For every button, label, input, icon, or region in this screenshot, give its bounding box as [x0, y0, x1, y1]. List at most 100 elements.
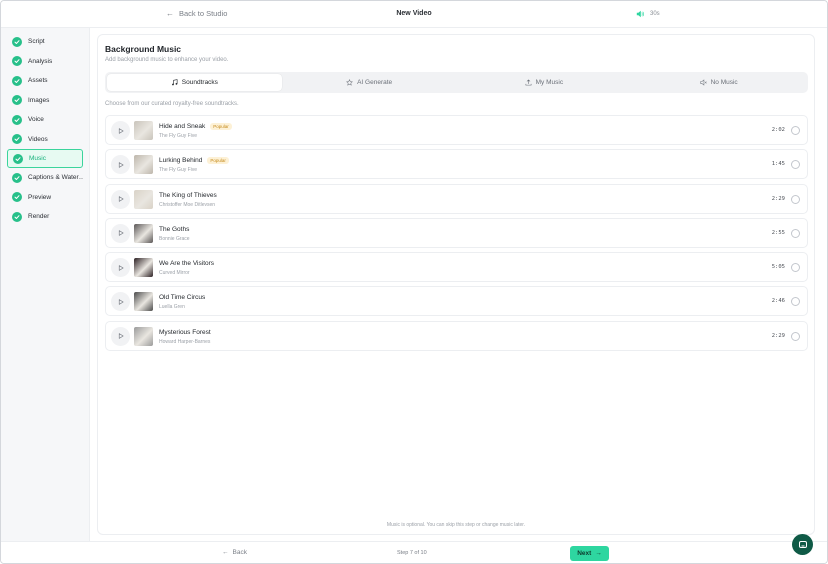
sidebar-item-label: Images	[28, 96, 50, 104]
track-duration: 2:46	[771, 298, 785, 305]
play-icon	[118, 127, 123, 134]
sidebar-item-music[interactable]: Music	[7, 149, 83, 168]
play-icon	[118, 333, 123, 339]
sidebar-item-preview[interactable]: Preview	[7, 188, 83, 208]
back-label: Back	[232, 549, 247, 556]
next-label: Next	[577, 550, 592, 557]
sidebar-item-analysis[interactable]: Analysis	[7, 52, 83, 72]
track-duration: 2:29	[771, 195, 785, 202]
sidebar-item-captions-water[interactable]: Captions & Water…	[7, 168, 83, 188]
tab-no-music[interactable]: No Music	[631, 74, 806, 91]
track-select-radio[interactable]	[791, 263, 800, 273]
play-button[interactable]	[111, 155, 130, 175]
play-button[interactable]	[111, 292, 130, 312]
optional-note: Music is optional. You can skip this ste…	[386, 522, 526, 528]
play-icon	[118, 299, 123, 305]
album-cover	[134, 189, 153, 209]
album-cover	[134, 223, 153, 243]
speaker-icon	[636, 10, 644, 18]
upload-icon	[525, 79, 532, 86]
sidebar-item-render[interactable]: Render	[7, 207, 83, 227]
track-artist: Curved Mirror	[159, 270, 190, 277]
play-button[interactable]	[111, 326, 130, 346]
sidebar-item-label: Videos	[28, 135, 48, 143]
sidebar-item-label: Script	[28, 38, 45, 46]
play-icon	[118, 264, 123, 271]
album-cover	[134, 258, 153, 278]
sidebar-item-label: Render	[28, 213, 50, 221]
tab-soundtracks[interactable]: Soundtracks	[107, 74, 282, 91]
next-button[interactable]: Next →	[570, 546, 609, 561]
track-artist: The Fly Guy Five	[159, 133, 198, 139]
soundtracks-hint: Choose from our curated royalty-free sou…	[105, 101, 239, 107]
duration-label: 30s	[650, 11, 660, 17]
play-button[interactable]	[111, 121, 130, 140]
tab-label: No Music	[710, 79, 738, 86]
track-title: Lurking Behind Popular	[159, 157, 229, 165]
track-row[interactable]: We Are the Visitors Curved Mirror 5:05	[105, 252, 808, 283]
track-title: Hide and Sneak Popular	[159, 123, 232, 130]
tab-label: My Music	[535, 79, 564, 86]
track-row[interactable]: Mysterious Forest Howard Harper-Barnes 2:2…	[105, 320, 808, 351]
sidebar-item-videos[interactable]: Videos	[7, 130, 83, 150]
track-artist: The Fly Guy Five	[159, 167, 198, 174]
album-cover	[134, 155, 153, 175]
track-title: We Are the Visitors	[159, 260, 214, 267]
check-circle-icon	[12, 56, 22, 67]
chat-support-button[interactable]	[792, 534, 813, 555]
sidebar-item-label: Voice	[28, 116, 44, 124]
play-icon	[118, 162, 123, 168]
sidebar-item-label: Captions & Water…	[28, 174, 83, 182]
track-select-radio[interactable]	[791, 228, 800, 238]
track-select-radio[interactable]	[791, 297, 800, 307]
track-row[interactable]: The Goths Bonnie Grace 2:55	[105, 217, 808, 248]
sidebar-item-script[interactable]: Script	[7, 32, 83, 52]
track-duration: 2:02	[771, 127, 785, 133]
track-select-radio[interactable]	[791, 331, 800, 341]
play-button[interactable]	[111, 258, 130, 278]
popular-badge: Popular	[210, 123, 232, 130]
app-window: ← Back to Studio New Video 30s Script Ana…	[0, 0, 828, 564]
tab-ai-generate[interactable]: AI Generate	[282, 74, 457, 91]
section-title: Background Music	[105, 44, 182, 54]
play-icon	[118, 196, 123, 202]
sidebar-item-label: Preview	[28, 193, 52, 201]
duration-indicator: 30s	[636, 10, 660, 18]
check-circle-icon	[12, 75, 22, 86]
track-row[interactable]: Hide and Sneak Popular The Fly Guy Five 2:0…	[105, 115, 808, 145]
sidebar-item-voice[interactable]: Voice	[7, 110, 83, 130]
steps-sidebar: Script Analysis Assets Images Voice Videos Mus…	[1, 28, 90, 541]
track-artist: Luella Gren	[159, 304, 185, 311]
page-title: New Video	[396, 10, 432, 17]
tab-my-music[interactable]: My Music	[457, 74, 632, 91]
track-artist: Howard Harper-Barnes	[159, 338, 211, 345]
bottom-bar: ← Back Step 7 of 10 Next →	[1, 541, 827, 563]
track-select-radio[interactable]	[791, 160, 800, 170]
top-bar: ← Back to Studio New Video 30s	[1, 1, 827, 28]
track-select-radio[interactable]	[791, 194, 800, 204]
sidebar-item-images[interactable]: Images	[7, 91, 83, 111]
track-artist: Bonnie Grace	[159, 235, 190, 242]
track-title-text: Old Time Circus	[159, 294, 206, 302]
play-icon	[118, 230, 123, 237]
check-circle-icon	[12, 172, 22, 183]
arrow-right-icon: →	[595, 550, 602, 557]
chat-bubble-icon	[798, 540, 807, 548]
check-circle-icon	[12, 211, 22, 222]
track-title-text: The Goths	[159, 225, 190, 233]
play-button[interactable]	[111, 223, 130, 243]
play-button[interactable]	[111, 189, 130, 209]
sidebar-item-assets[interactable]: Assets	[7, 71, 83, 91]
track-title: The Goths	[159, 226, 189, 233]
track-row[interactable]: Old Time Circus Luella Gren 2:46	[105, 286, 808, 317]
section-subtitle: Add background music to enhance your vid…	[105, 57, 229, 63]
album-cover	[134, 292, 153, 312]
track-select-radio[interactable]	[791, 126, 800, 135]
track-title-text: We Are the Visitors	[159, 260, 215, 268]
sparkle-star-icon	[346, 79, 354, 86]
tab-label: Soundtracks	[181, 79, 218, 86]
back-button[interactable]: ← Back	[222, 549, 247, 556]
track-row[interactable]: The King of Thieves Christoffer Moe Ditle…	[105, 183, 808, 214]
track-row[interactable]: Lurking Behind Popular The Fly Guy Five 1:4…	[105, 149, 808, 180]
track-artist: Christoffer Moe Ditlevsen	[159, 201, 216, 208]
